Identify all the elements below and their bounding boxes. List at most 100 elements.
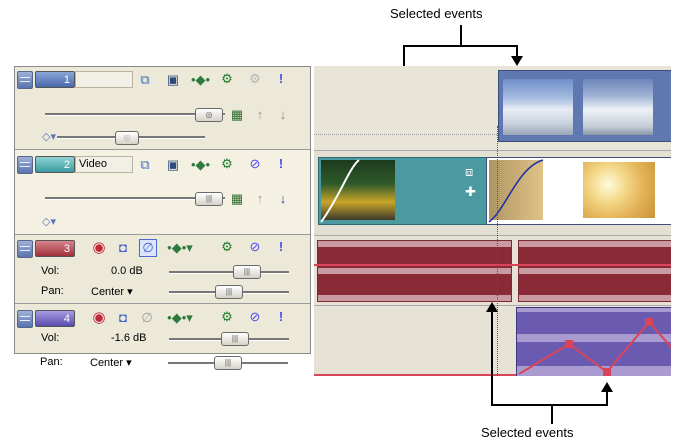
pan-slider-thumb[interactable]: ||| [214, 356, 242, 370]
pan-value[interactable]: Center ▾ [90, 356, 132, 369]
compositing-mode-icon[interactable]: ⧉ [137, 157, 153, 173]
track-lane-2: ⧈ ✚ [314, 151, 671, 236]
waveform-with-envelope [517, 312, 671, 376]
record-input-icon[interactable]: ∅ [139, 239, 157, 257]
move-up-icon[interactable]: ↑ [252, 107, 268, 123]
solo-icon[interactable]: ⚙ [247, 71, 263, 87]
crossfade-curve [488, 159, 544, 223]
composite-level-thumb[interactable]: ||| [195, 192, 223, 206]
top-caption: Selected events [390, 6, 483, 21]
track-lane-1 [314, 66, 671, 151]
thumbnail-snow-1 [503, 79, 573, 135]
mute-icon[interactable]: ! [273, 71, 289, 87]
track-grip-icon[interactable] [17, 71, 33, 89]
parent-child-icon[interactable]: •◆•▾ [167, 310, 193, 326]
solo-icon[interactable]: ⊘ [247, 239, 263, 255]
track-motion-icon[interactable]: ▣ [165, 157, 181, 173]
waveform [318, 247, 511, 295]
cursor-line [497, 126, 498, 376]
pan-value[interactable]: Center ▾ [91, 285, 133, 298]
track-number: 4 [35, 310, 75, 327]
track-fx-icon[interactable]: ⚙ [219, 309, 235, 325]
track-motion-icon[interactable]: ▣ [165, 72, 181, 88]
parent-child-icon[interactable]: •◆•▾ [167, 240, 193, 256]
volume-label: Vol: [41, 332, 60, 344]
waveform [519, 247, 671, 295]
callout-bottom-left-leg [491, 312, 493, 406]
move-down-icon[interactable]: ↓ [275, 191, 291, 207]
callout-top-horizontal [403, 45, 518, 47]
track-fx-icon[interactable]: ⚙ [219, 71, 235, 87]
track-header-panel: 1 ⧉ ▣ •◆• ⚙ ⚙ ! ◎ ▦ ↑ ↓ ◇▾ ◎ 2 Video ⧉ ▣… [14, 66, 311, 354]
thumbnail-snow-2 [583, 79, 653, 135]
composite-level-thumb[interactable]: ◎ [195, 108, 223, 122]
arm-for-record-icon[interactable]: ◉ [91, 240, 107, 256]
track-grip-icon[interactable] [17, 310, 33, 328]
envelope-baseline [314, 374, 516, 376]
track-grip-icon[interactable] [17, 156, 33, 174]
pan-label: Pan: [41, 285, 64, 297]
audio-event-left[interactable] [317, 240, 512, 302]
fade-slider-thumb[interactable]: ◎ [115, 131, 139, 145]
parent-child-icon[interactable]: •◆• [191, 72, 210, 88]
pan-crop-icon[interactable]: ✚ [465, 184, 476, 200]
volume-slider-track [169, 271, 289, 274]
record-input-icon[interactable]: ∅ [139, 310, 155, 326]
track-number: 3 [35, 240, 75, 257]
fade-curve [320, 159, 360, 223]
track-header-1[interactable]: 1 ⧉ ▣ •◆• ⚙ ⚙ ! ◎ ▦ ↑ ↓ ◇▾ ◎ [15, 67, 310, 150]
track-header-4[interactable]: 4 ◉ ◘ ∅ •◆•▾ ⚙ ⊘ ! Vol: -1.6 dB ||| [15, 304, 310, 353]
thumbnail-desert [583, 162, 655, 218]
invert-phase-icon[interactable]: ◘ [115, 310, 131, 326]
make-compositing-child-icon[interactable]: ▦ [229, 191, 245, 207]
parent-child-icon[interactable]: •◆• [191, 157, 210, 173]
arm-for-record-icon[interactable]: ◉ [91, 310, 107, 326]
move-up-icon[interactable]: ↑ [252, 191, 268, 207]
volume-value: 0.0 dB [111, 265, 143, 277]
mute-icon[interactable]: ! [273, 156, 289, 172]
crop-icon[interactable]: ⧈ [465, 164, 473, 180]
move-down-icon[interactable]: ↓ [275, 107, 291, 123]
chevron-down-icon[interactable]: ▾ [126, 357, 132, 369]
callout-bottom-vertical [551, 404, 553, 424]
mute-icon[interactable]: ! [273, 239, 289, 255]
track-fx-icon[interactable]: ⚙ [219, 239, 235, 255]
video-event-crossfade-selected[interactable] [486, 157, 671, 225]
callout-top-vertical [460, 25, 462, 46]
track-grip-icon[interactable] [17, 240, 33, 258]
audio-event-right[interactable] [518, 240, 671, 302]
chevron-down-icon[interactable]: ▾ [127, 286, 133, 298]
volume-slider-thumb[interactable]: ||| [233, 265, 261, 279]
expand-lane-icon[interactable]: ◇▾ [41, 214, 57, 230]
audio-event-selected[interactable] [516, 307, 671, 376]
volume-value: -1.6 dB [111, 332, 147, 344]
pan-slider-thumb[interactable]: ||| [215, 285, 243, 299]
track-number: 1 [35, 71, 75, 88]
arrowhead-bottom-right [601, 382, 613, 392]
invert-phase-icon[interactable]: ◘ [115, 240, 131, 256]
track-name-field[interactable] [75, 71, 133, 88]
arrowhead-top-right [511, 56, 523, 66]
callout-bottom-horizontal [491, 404, 608, 406]
solo-icon[interactable]: ⊘ [247, 309, 263, 325]
volume-slider-thumb[interactable]: ||| [221, 332, 249, 346]
make-compositing-child-icon[interactable]: ▦ [229, 107, 245, 123]
video-event-kayak[interactable]: ⧈ ✚ [318, 157, 488, 225]
volume-envelope-line[interactable] [314, 264, 671, 266]
arrowhead-bottom-left [486, 302, 498, 312]
pan-label: Pan: [40, 356, 63, 368]
mute-icon[interactable]: ! [273, 309, 289, 325]
track-name-field[interactable]: Video [75, 156, 133, 173]
expand-lane-icon[interactable]: ◇▾ [41, 129, 57, 145]
volume-label: Vol: [41, 265, 60, 277]
track-header-3[interactable]: 3 ◉ ◘ ∅ •◆•▾ ⚙ ⊘ ! Vol: 0.0 dB ||| Pan: … [15, 235, 310, 304]
track-lane-3 [314, 236, 671, 306]
compositing-mode-icon[interactable]: ⧉ [137, 72, 153, 88]
track-header-2[interactable]: 2 Video ⧉ ▣ •◆• ⚙ ⊘ ! ||| ▦ ↑ ↓ ◇▾ [15, 150, 310, 235]
track-fx-icon[interactable]: ⚙ [219, 156, 235, 172]
bottom-caption: Selected events [481, 425, 574, 440]
video-event-snow-selected[interactable] [498, 70, 671, 142]
solo-icon[interactable]: ⊘ [247, 156, 263, 172]
track-number: 2 [35, 156, 75, 173]
callout-bottom-right-leg [606, 392, 608, 406]
